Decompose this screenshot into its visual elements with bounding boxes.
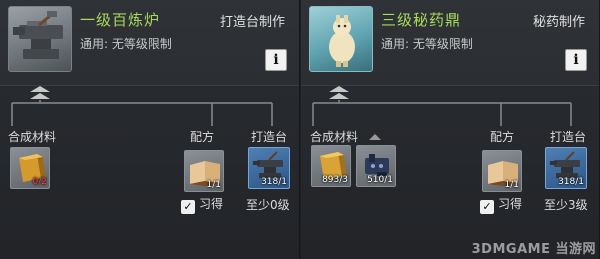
item-title: 三级秘药鼎 <box>381 11 462 29</box>
learned-label: 习得 <box>498 197 523 211</box>
recipe-panel-right: 三级秘药鼎 通用: 无等级限制 秘药制作 i 合成材料 配方 打造台 893/3 <box>301 0 600 259</box>
recipe-slot[interactable]: 1/1 <box>184 150 224 192</box>
material-count: 510/1 <box>367 175 393 185</box>
item-header: 一级百炼炉 通用: 无等级限制 打造台制作 i <box>0 0 299 86</box>
material-count: 893/3 <box>322 175 348 185</box>
check-icon: ✓ <box>181 200 195 214</box>
station-level-requirement: 至少3级 <box>544 198 588 212</box>
learned-label: 习得 <box>199 197 224 211</box>
recipe-label: 配方 <box>190 130 215 144</box>
materials-label: 合成材料 <box>8 130 57 144</box>
anvil-furnace-icon <box>13 11 63 59</box>
recipe-slot[interactable]: 1/1 <box>482 150 522 192</box>
item-title: 一级百炼炉 <box>80 11 161 29</box>
recipe-label: 配方 <box>490 130 515 144</box>
material-slot[interactable]: 0/2 <box>10 147 50 189</box>
material-slot[interactable]: 893/3 <box>311 145 351 187</box>
item-header: 三级秘药鼎 通用: 无等级限制 秘药制作 i <box>301 0 599 86</box>
station-count: 318/1 <box>558 177 584 187</box>
station-label: 打造台 <box>251 130 288 144</box>
item-category: 打造台制作 <box>219 15 285 30</box>
recipe-count: 1/1 <box>206 180 221 190</box>
item-portrait[interactable] <box>8 6 72 72</box>
station-level-requirement: 至少0级 <box>246 198 290 212</box>
check-icon: ✓ <box>480 200 494 214</box>
recipe-count: 1/1 <box>504 180 519 190</box>
station-count: 318/1 <box>261 177 287 187</box>
item-level-requirement: 通用: 无等级限制 <box>381 37 473 51</box>
station-slot[interactable]: 318/1 <box>248 147 290 189</box>
item-category: 秘药制作 <box>532 15 585 30</box>
station-slot[interactable]: 318/1 <box>545 147 587 189</box>
item-portrait[interactable] <box>309 6 373 72</box>
item-level-requirement: 通用: 无等级限制 <box>80 37 172 51</box>
recipe-panel-left: 一级百炼炉 通用: 无等级限制 打造台制作 i 合成材料 配方 打造台 0/2 … <box>0 0 300 259</box>
materials-label: 合成材料 <box>310 130 359 144</box>
site-watermark: 3DMGAME 当游网 <box>471 242 596 257</box>
material-slot[interactable]: 510/1 <box>356 145 396 187</box>
info-button[interactable]: i <box>265 49 287 71</box>
info-button[interactable]: i <box>565 49 587 71</box>
creature-cauldron-icon <box>329 15 355 67</box>
recipe-learned-status: ✓ 习得 <box>181 195 223 214</box>
recipe-learned-status: ✓ 习得 <box>480 195 522 214</box>
material-count: 0/2 <box>32 177 47 187</box>
station-label: 打造台 <box>550 130 587 144</box>
